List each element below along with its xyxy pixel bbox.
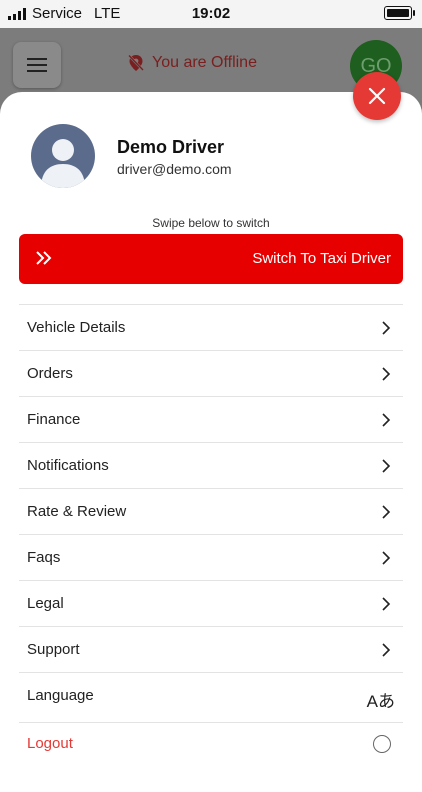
menu-item-label: Orders xyxy=(27,365,73,382)
menu-item-finance[interactable]: Finance xyxy=(19,396,403,442)
chevron-right-icon xyxy=(382,643,391,657)
menu-item-label: Language xyxy=(27,687,94,704)
avatar xyxy=(31,124,95,188)
menu-item-language[interactable]: Language Aあ xyxy=(19,672,403,722)
translate-icon: Aあ xyxy=(366,692,395,711)
chevron-right-icon xyxy=(382,505,391,519)
menu-item-label: Faqs xyxy=(27,549,61,566)
power-icon xyxy=(373,735,391,753)
menu-item-label: Finance xyxy=(27,411,81,428)
logout-label: Logout xyxy=(27,735,73,752)
switch-slider[interactable]: Switch To Taxi Driver xyxy=(19,234,403,284)
menu-item-label: Vehicle Details xyxy=(27,319,126,336)
offline-text: You are Offline xyxy=(152,54,257,71)
switch-label: Switch To Taxi Driver xyxy=(252,250,391,267)
clock: 19:02 xyxy=(191,5,231,22)
menu-item-faqs[interactable]: Faqs xyxy=(19,534,403,580)
menu-list: Vehicle Details Orders Finance Notificat… xyxy=(19,304,403,768)
menu-item-support[interactable]: Support xyxy=(19,626,403,672)
chevron-right-icon xyxy=(382,551,391,565)
status-bar: Service LTE 19:02 xyxy=(0,0,422,28)
hamburger-menu-button[interactable] xyxy=(13,42,61,88)
battery-icon xyxy=(384,6,415,20)
chevron-right-icon xyxy=(382,321,391,335)
menu-item-label: Notifications xyxy=(27,457,109,474)
location-off-icon xyxy=(128,54,144,71)
double-chevron-right-icon[interactable] xyxy=(35,250,53,271)
menu-item-label: Rate & Review xyxy=(27,503,127,520)
chevron-right-icon xyxy=(382,459,391,473)
close-drawer-button[interactable] xyxy=(353,72,401,120)
menu-item-legal[interactable]: Legal xyxy=(19,580,403,626)
chevron-right-icon xyxy=(382,413,391,427)
swipe-hint: Swipe below to switch xyxy=(152,216,270,230)
driver-name: Demo Driver xyxy=(117,137,225,157)
user-silhouette-icon xyxy=(41,139,85,188)
driver-email: driver@demo.com xyxy=(117,161,232,177)
menu-item-label: Legal xyxy=(27,595,64,612)
offline-status: You are Offline xyxy=(128,54,257,72)
menu-item-label: Support xyxy=(27,641,80,658)
menu-item-vehicle-details[interactable]: Vehicle Details xyxy=(19,304,403,350)
chevron-right-icon xyxy=(382,597,391,611)
menu-item-rate-review[interactable]: Rate & Review xyxy=(19,488,403,534)
menu-item-orders[interactable]: Orders xyxy=(19,350,403,396)
side-drawer: Demo Driver driver@demo.com Swipe below … xyxy=(0,92,422,792)
chevron-right-icon xyxy=(382,367,391,381)
close-icon xyxy=(368,87,386,105)
menu-item-notifications[interactable]: Notifications xyxy=(19,442,403,488)
menu-item-logout[interactable]: Logout xyxy=(19,722,403,768)
